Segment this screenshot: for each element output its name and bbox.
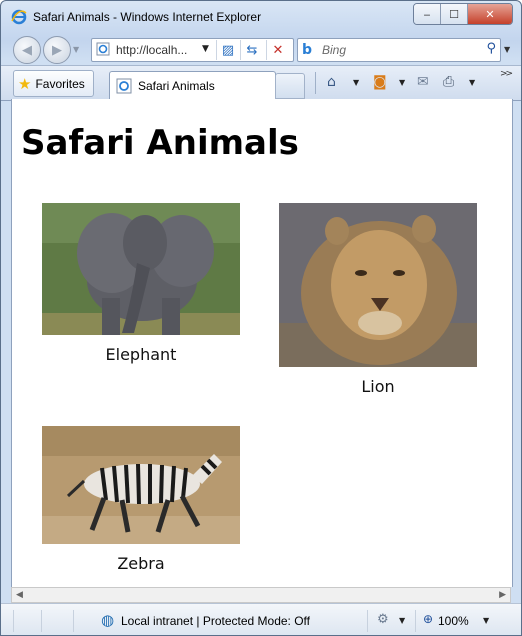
animal-caption: Lion [361, 377, 395, 396]
more-commands-icon[interactable]: >> [500, 69, 513, 79]
scroll-right-icon[interactable]: ▶ [499, 590, 506, 600]
settings-dropdown-icon[interactable]: ▼ [399, 616, 405, 625]
internet-explorer-icon [11, 9, 27, 25]
address-bar[interactable]: http://localh... ▼ ▨ ⇆ ✕ [91, 38, 294, 62]
favorites-label: Favorites [35, 76, 85, 91]
tab-label: Safari Animals [138, 79, 215, 93]
lion-photo [279, 203, 477, 367]
back-button[interactable]: ◀ [13, 36, 41, 64]
search-options-dropdown-icon[interactable]: ▼ [504, 45, 510, 54]
home-icon[interactable]: ⌂ [327, 74, 336, 90]
feeds-icon[interactable]: ◙ [373, 74, 387, 90]
navigation-bar: ◀ ▶ ▼ http://localh... ▼ ▨ ⇆ ✕ b Bing ⚲ … [1, 33, 521, 65]
stop-button[interactable]: ✕ [266, 40, 289, 60]
title-bar: Safari Animals - Windows Internet Explor… [1, 1, 521, 33]
local-intranet-icon: ◍ [101, 611, 115, 629]
mail-icon[interactable]: ✉ [417, 74, 429, 90]
refresh-button[interactable]: ⇆ [240, 40, 263, 60]
scroll-left-icon[interactable]: ◀ [16, 590, 23, 600]
compatibility-view-button[interactable]: ▨ [216, 40, 239, 60]
animal-card-lion: Lion [279, 203, 477, 396]
status-separator [415, 610, 416, 632]
animal-caption: Elephant [105, 345, 177, 364]
back-arrow-icon: ◀ [22, 42, 32, 58]
zebra-photo [42, 426, 240, 544]
close-button[interactable]: ✕ [468, 4, 512, 24]
elephant-photo [42, 203, 240, 335]
horizontal-scrollbar[interactable]: ◀ ▶ [11, 587, 511, 603]
address-input[interactable]: http://localh... [116, 43, 187, 57]
search-input[interactable]: Bing [322, 43, 346, 57]
favorites-button[interactable]: ★ Favorites [13, 70, 94, 97]
page-title: Safari Animals [21, 123, 299, 163]
tab-bar: ★ Favorites Safari Animals ⌂ ▼ ◙ ▼ ✉ ⎙ ▼… [1, 65, 521, 101]
window-title: Safari Animals - Windows Internet Explor… [33, 10, 262, 24]
print-icon[interactable]: ⎙ [443, 74, 454, 90]
forward-button[interactable]: ▶ [43, 36, 71, 64]
search-icon[interactable]: ⚲ [486, 41, 496, 56]
status-separator [41, 610, 42, 632]
home-dropdown-icon[interactable]: ▼ [353, 78, 359, 87]
zoom-icon[interactable]: ⊕ [423, 612, 433, 626]
animal-card-zebra: Zebra [42, 426, 240, 573]
bing-logo-icon: b [302, 42, 313, 58]
search-bar[interactable]: b Bing ⚲ [297, 38, 501, 62]
zoom-dropdown-icon[interactable]: ▼ [483, 616, 489, 625]
recent-pages-dropdown-icon[interactable]: ▼ [73, 45, 79, 54]
zoom-level[interactable]: 100% [438, 614, 469, 628]
status-separator [13, 610, 14, 632]
new-tab-button[interactable] [275, 73, 305, 99]
status-bar: ◍ Local intranet | Protected Mode: Off ⚙… [1, 603, 521, 635]
toolbar-separator [315, 72, 316, 94]
address-dropdown-icon[interactable]: ▼ [202, 44, 209, 54]
page-icon [116, 78, 132, 94]
maximize-button[interactable]: ☐ [441, 4, 468, 24]
security-zone-status[interactable]: Local intranet | Protected Mode: Off [121, 614, 310, 628]
page-icon [96, 42, 110, 56]
feeds-dropdown-icon[interactable]: ▼ [399, 78, 405, 87]
forward-arrow-icon: ▶ [52, 42, 62, 58]
print-dropdown-icon[interactable]: ▼ [469, 78, 475, 87]
status-separator [73, 610, 74, 632]
protected-mode-icon[interactable]: ⚙ [377, 612, 389, 627]
minimize-button[interactable]: ‒ [414, 4, 441, 24]
browser-window: Safari Animals - Windows Internet Explor… [0, 0, 522, 636]
window-controls: ‒ ☐ ✕ [413, 3, 513, 25]
animal-card-elephant: Elephant [42, 203, 240, 364]
status-separator [367, 610, 368, 632]
animal-caption: Zebra [117, 554, 165, 573]
favorites-star-icon: ★ [18, 75, 32, 93]
tab-safari-animals[interactable]: Safari Animals [109, 71, 276, 100]
page-content: Safari Animals Elephant Lion Zebra [11, 99, 513, 587]
